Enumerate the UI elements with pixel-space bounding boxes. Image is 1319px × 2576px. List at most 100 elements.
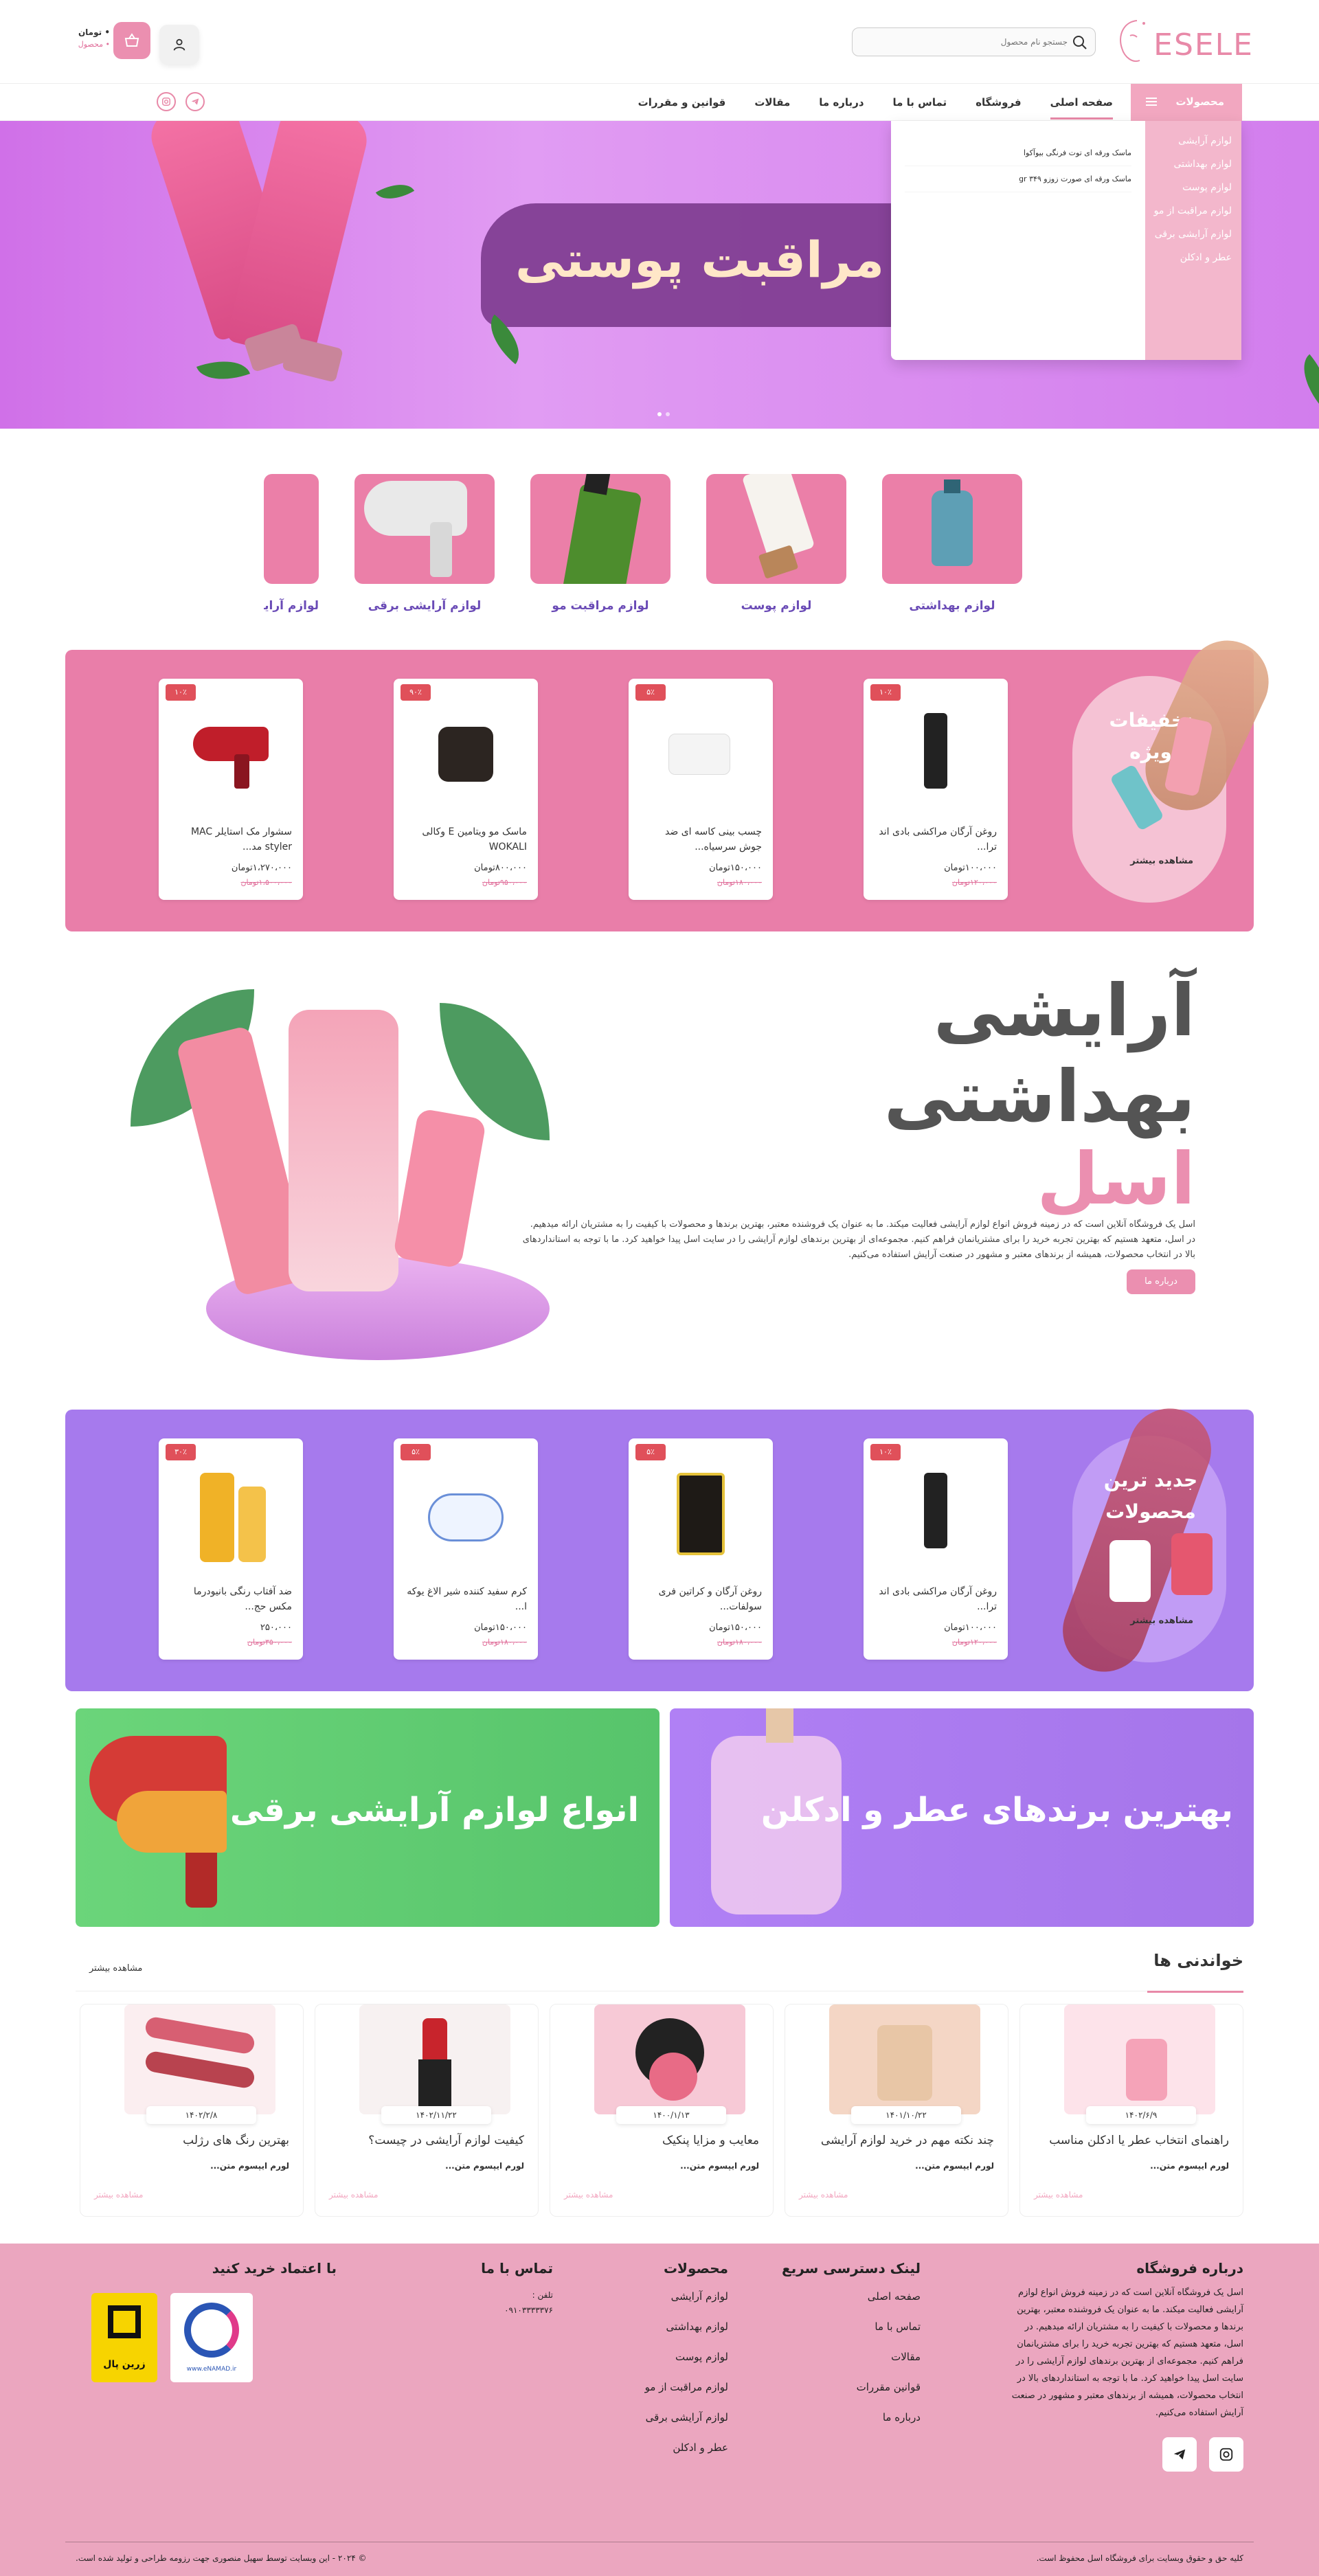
- product-price: ۱۰۰،۰۰۰تومان: [944, 1623, 997, 1633]
- category-card-partial[interactable]: لوازم آرایشی: [264, 474, 319, 613]
- footer-phone[interactable]: ۰۹۱۰۳۳۳۳۳۷۶: [481, 2305, 553, 2315]
- product-old-price: ۱،۵۰۰،۰۰۰تومان: [240, 878, 292, 887]
- blog-card[interactable]: ۱۴۰۲/۶/۹ راهنمای انتخاب عطر یا ادکلن منا…: [1019, 2004, 1243, 2217]
- footer-quick-links: لینک دسترسی سریع صفحه اصلی تماس با ما مق…: [782, 2260, 921, 2441]
- product-card[interactable]: ۵٪ روغن آرگان و کراتین فری سولفات... ۱۵۰…: [629, 1438, 773, 1660]
- footer-link[interactable]: مقالات: [782, 2351, 921, 2363]
- search-box[interactable]: [852, 27, 1096, 56]
- new-products-title: جدید ترین محصولات: [1103, 1469, 1198, 1523]
- cart-button[interactable]: [113, 22, 150, 59]
- user-account-button[interactable]: [159, 25, 199, 65]
- site-logo[interactable]: ESELE: [1109, 15, 1254, 70]
- product-title[interactable]: ماسک مو ویتامین E وکالی WOKALI: [405, 824, 527, 855]
- product-card[interactable]: ۱۰٪ روغن آرگان مراکشی بادی اند ترا... ۱۰…: [864, 679, 1008, 900]
- product-title[interactable]: ضد آفتاب رنگی بانیودرما مکس حج...: [170, 1584, 292, 1614]
- footer-link[interactable]: قوانین مقررات: [782, 2381, 921, 2393]
- about-lipstick-box: [289, 1010, 398, 1291]
- enamad-badge[interactable]: www.eNAMAD.ir: [170, 2293, 253, 2382]
- footer-link[interactable]: تماس با ما: [782, 2320, 921, 2333]
- product-title[interactable]: روغن آرگان مراکشی بادی اند ترا...: [875, 824, 997, 855]
- footer-link[interactable]: لوازم پوست: [645, 2351, 728, 2363]
- product-card[interactable]: ۹۰٪ ماسک مو ویتامین E وکالی WOKALI ۸۰۰،۰…: [394, 679, 538, 900]
- search-icon[interactable]: [1072, 34, 1088, 51]
- blog-more-link[interactable]: مشاهده بیشتر: [89, 1963, 142, 1974]
- new-more-link[interactable]: مشاهده بیشتر: [1130, 1616, 1193, 1626]
- product-title[interactable]: روغن آرگان مراکشی بادی اند ترا...: [875, 1584, 997, 1614]
- category-image: [530, 474, 670, 584]
- blog-read-more[interactable]: مشاهده بیشتر: [1034, 2190, 1083, 2200]
- blog-image: [359, 2004, 510, 2114]
- footer-link[interactable]: عطر و ادکلن: [645, 2441, 728, 2454]
- mega-category-item[interactable]: لوازم آرایشی برقی: [1145, 223, 1241, 246]
- banner-perfume[interactable]: بهترین برندهای عطر و ادکلن: [670, 1708, 1254, 1927]
- product-card[interactable]: ۵٪ چسب بینی کاسه ای ضد جوش سرسیاه... ۱۵۰…: [629, 679, 773, 900]
- offers-more-link[interactable]: مشاهده بیشتر: [1130, 856, 1193, 866]
- slider-dots[interactable]: [649, 412, 670, 416]
- nav-link-about[interactable]: درباره ما: [819, 96, 864, 109]
- banner-electric-cosmetics[interactable]: انواع لوازم آرایشی برقی: [76, 1708, 660, 1927]
- hero-tube-cap: [282, 336, 343, 383]
- products-menu-label: محصولات: [1175, 95, 1224, 108]
- product-old-price: ۱۸۰،۰۰۰تومان: [482, 1638, 527, 1647]
- footer-link[interactable]: لوازم آرایشی برقی: [645, 2411, 728, 2424]
- nav-link-shop[interactable]: فروشگاه: [976, 96, 1021, 109]
- blog-post-title[interactable]: معایب و مزایا پنکیک: [662, 2134, 759, 2147]
- category-card[interactable]: لوازم پوست: [706, 474, 846, 613]
- search-input[interactable]: [868, 34, 1068, 50]
- product-card[interactable]: ۱۰٪ روغن آرگان مراکشی بادی اند ترا... ۱۰…: [864, 1438, 1008, 1660]
- blog-card[interactable]: ۱۴۰۱/۱۰/۲۲ چند نکته مهم در خرید لوازم آر…: [785, 2004, 1008, 2217]
- product-card[interactable]: ۵٪ کرم سفید کننده شیر الاغ یوکه ا... ۱۵۰…: [394, 1438, 538, 1660]
- mega-category-item[interactable]: لوازم آرایشی: [1145, 129, 1241, 152]
- footer-link[interactable]: صفحه اصلی: [782, 2290, 921, 2303]
- blog-read-more[interactable]: مشاهده بیشتر: [94, 2190, 143, 2200]
- zarinpal-badge[interactable]: زرین پال: [91, 2293, 157, 2382]
- category-card[interactable]: لوازم بهداشتی: [882, 474, 1022, 613]
- footer-link[interactable]: درباره ما: [782, 2411, 921, 2424]
- nav-link-rules[interactable]: قوانین و مقررات: [638, 96, 726, 109]
- telegram-icon[interactable]: [1162, 2437, 1197, 2472]
- product-price: ۱،۲۷۰،۰۰۰تومان: [231, 863, 292, 873]
- cart-summary[interactable]: • تومان • محصول: [62, 27, 110, 49]
- product-title[interactable]: چسب بینی کاسه ای ضد جوش سرسیاه...: [640, 824, 762, 855]
- nav-link-home[interactable]: صفحه اصلی: [1050, 85, 1113, 120]
- main-nav: محصولات صفحه اصلی فروشگاه تماس با ما درب…: [0, 84, 1319, 121]
- footer-link[interactable]: لوازم بهداشتی: [645, 2320, 728, 2333]
- blog-post-title[interactable]: چند نکته مهم در خرید لوازم آرایشی: [821, 2134, 994, 2147]
- instagram-icon[interactable]: [1209, 2437, 1243, 2472]
- product-card[interactable]: ۳۰٪ ضد آفتاب رنگی بانیودرما مکس حج... ۲۵…: [159, 1438, 303, 1660]
- category-card[interactable]: لوازم آرایشی برقی: [354, 474, 495, 613]
- category-card[interactable]: لوازم مراقبت مو: [530, 474, 670, 613]
- discount-badge: ۵٪: [635, 1444, 666, 1460]
- product-title[interactable]: روغن آرگان و کراتین فری سولفات...: [640, 1584, 762, 1614]
- blog-card[interactable]: ۱۴۰۲/۱۱/۲۲ کیفیت لوازم آرایشی در چیست؟ ل…: [315, 2004, 539, 2217]
- blog-read-more[interactable]: مشاهده بیشتر: [564, 2190, 613, 2200]
- cart-count: • محصول: [78, 40, 110, 49]
- instagram-icon[interactable]: [157, 92, 176, 111]
- about-button[interactable]: درباره ما: [1127, 1269, 1195, 1294]
- nav-link-contact[interactable]: تماس با ما: [893, 96, 947, 109]
- blog-post-title[interactable]: بهترین رنگ های رژلب: [183, 2134, 289, 2147]
- mega-product-item[interactable]: ماسک ورقه ای صورت زوزو ۳۴۹ gr: [905, 166, 1131, 192]
- mega-category-item[interactable]: لوازم پوست: [1145, 176, 1241, 199]
- products-menu-button[interactable]: محصولات: [1131, 84, 1242, 121]
- blog-date: ۱۴۰۱/۱۰/۲۲: [851, 2106, 961, 2124]
- blog-post-title[interactable]: راهنمای انتخاب عطر یا ادکلن مناسب: [1049, 2134, 1229, 2147]
- product-title[interactable]: سشوار مک استایلر MAC styler مد...: [170, 824, 292, 855]
- mega-category-item[interactable]: لوازم بهداشتی: [1145, 152, 1241, 176]
- product-card[interactable]: ۱۰٪ سشوار مک استایلر MAC styler مد... ۱،…: [159, 679, 303, 900]
- product-title[interactable]: کرم سفید کننده شیر الاغ یوکه ا...: [405, 1584, 527, 1614]
- footer-link[interactable]: لوازم آرایشی: [645, 2290, 728, 2303]
- blog-read-more[interactable]: مشاهده بیشتر: [799, 2190, 848, 2200]
- telegram-icon[interactable]: [185, 92, 205, 111]
- nav-link-articles[interactable]: مقالات: [754, 96, 790, 109]
- blog-excerpt: لورم ایپسوم متن...: [680, 2161, 759, 2171]
- banner-right-text: بهترین برندهای عطر و ادکلن: [760, 1791, 1233, 1829]
- blog-card[interactable]: ۱۴۰۰/۱/۱۳ معایب و مزایا پنکیک لورم ایپسو…: [550, 2004, 774, 2217]
- blog-read-more[interactable]: مشاهده بیشتر: [329, 2190, 378, 2200]
- mega-product-item[interactable]: ماسک ورقه ای توت فرنگی بیوآکوا: [905, 140, 1131, 166]
- mega-category-item[interactable]: لوازم مراقبت از مو: [1145, 199, 1241, 223]
- mega-category-item[interactable]: عطر و ادکلن: [1145, 246, 1241, 269]
- blog-post-title[interactable]: کیفیت لوازم آرایشی در چیست؟: [368, 2134, 524, 2147]
- blog-card[interactable]: ۱۴۰۲/۲/۸ بهترین رنگ های رژلب لورم ایپسوم…: [80, 2004, 304, 2217]
- footer-link[interactable]: لوازم مراقبت از مو: [645, 2381, 728, 2393]
